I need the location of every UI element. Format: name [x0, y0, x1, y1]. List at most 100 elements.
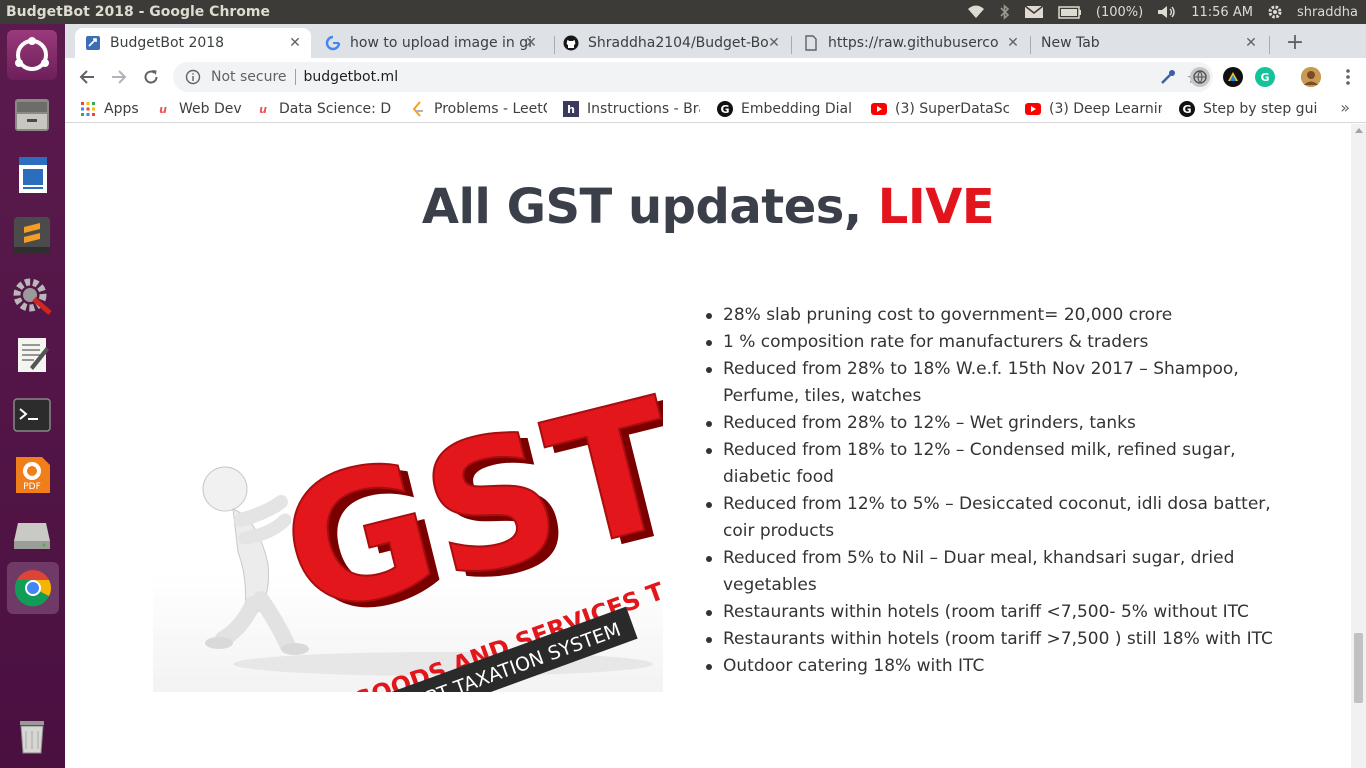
top-panel: BudgetBot 2018 - Google Chrome (100%) 11… [0, 0, 1366, 24]
triangle-extension-icon[interactable] [1223, 67, 1243, 87]
more-vertical-icon [1346, 69, 1350, 85]
tab-separator [1269, 36, 1270, 54]
reload-icon [144, 70, 158, 84]
tab-raw-github[interactable]: https://raw.githubuserco ✕ [793, 28, 1029, 58]
close-icon[interactable]: ✕ [523, 35, 539, 51]
grammarly-icon[interactable]: G [1255, 67, 1275, 87]
system-indicators: (100%) 11:56 AM shraddha [966, 0, 1358, 24]
bookmark-superdatascience[interactable]: (3) SuperDataSci [871, 100, 1009, 118]
text-editor-icon[interactable] [7, 330, 57, 380]
user-name[interactable]: shraddha [1297, 5, 1358, 20]
mail-icon[interactable] [1024, 5, 1044, 19]
list-item: Reduced from 18% to 12% – Condensed milk… [705, 437, 1285, 491]
volume-icon[interactable] [1157, 5, 1177, 19]
tab-strip: BudgetBot 2018 ✕ how to upload image in … [65, 24, 1366, 58]
bookmark-web-dev[interactable]: u Web Dev [155, 100, 250, 118]
bookmark-embedding-dial[interactable]: G Embedding Dial [717, 100, 854, 118]
bookmark-deep-learning[interactable]: (3) Deep Learnin [1025, 100, 1162, 118]
live-label: LIVE [877, 179, 995, 235]
writer-icon[interactable] [7, 150, 57, 200]
google-icon [325, 35, 341, 51]
globe-extension-icon[interactable] [1190, 67, 1210, 87]
scrollbar-thumb[interactable] [1354, 633, 1363, 703]
g-icon: G [717, 101, 733, 117]
files-icon[interactable] [7, 90, 57, 140]
bookmark-label: Step by step gui [1203, 101, 1317, 117]
url-text[interactable]: budgetbot.ml [304, 69, 399, 85]
list-item: Restaurants within hotels (room tariff <… [705, 599, 1285, 626]
trash-icon[interactable] [7, 710, 57, 760]
document-icon [803, 35, 819, 51]
tab-label: Shraddha2104/Budget-Bo [588, 35, 769, 51]
bookmark-apps[interactable]: Apps [80, 100, 150, 118]
new-tab-button[interactable]: + [1281, 30, 1309, 58]
page-viewport: All GST updates, LIVE GST GST GOODS AND … [65, 124, 1351, 768]
bookmarks-overflow-chevron-icon[interactable]: » [1340, 98, 1350, 117]
tab-github[interactable]: Shraddha2104/Budget-Bo ✕ [553, 28, 790, 58]
browser-toolbar: Not secure budgetbot.ml ☆ G [65, 58, 1366, 95]
g-icon: G [1179, 101, 1195, 117]
forward-arrow-icon [112, 70, 127, 84]
close-icon[interactable]: ✕ [1005, 35, 1021, 51]
bookmark-label: (3) SuperDataSci [895, 101, 1009, 117]
eyedropper-extension-icon[interactable] [1158, 67, 1178, 87]
wifi-icon[interactable] [966, 5, 986, 19]
foxit-pdf-icon[interactable]: PDF [7, 450, 57, 500]
bookmark-label: Apps [104, 101, 139, 117]
bookmark-label: Data Science: De [279, 101, 392, 117]
sublime-text-icon[interactable] [7, 210, 57, 260]
tab-new-tab[interactable]: New Tab ✕ [1031, 28, 1267, 58]
reload-button[interactable] [138, 64, 164, 90]
address-bar[interactable]: Not secure budgetbot.ml ☆ [173, 62, 1213, 92]
settings-gear-icon[interactable] [1267, 4, 1283, 20]
security-label[interactable]: Not secure [211, 69, 287, 85]
battery-icon[interactable] [1058, 5, 1082, 19]
tab-google-search[interactable]: how to upload image in gi ✕ [315, 28, 547, 58]
list-item: Reduced from 12% to 5% – Desiccated coco… [705, 491, 1285, 545]
list-item: Outdoor catering 18% with ITC [705, 653, 1285, 680]
close-icon[interactable]: ✕ [1243, 35, 1259, 51]
chrome-menu-button[interactable] [1335, 64, 1361, 90]
forward-button[interactable] [106, 64, 132, 90]
youtube-icon [871, 101, 887, 117]
tab-label: how to upload image in gi [350, 35, 533, 51]
list-item: Reduced from 28% to 12% – Wet grinders, … [705, 410, 1285, 437]
clock[interactable]: 11:56 AM [1191, 5, 1253, 20]
unity-launcher: PDF [0, 24, 65, 768]
system-settings-icon[interactable] [7, 270, 57, 320]
udemy-icon: u [259, 102, 267, 116]
bookmark-step-by-step[interactable]: G Step by step gui [1179, 100, 1317, 118]
tab-separator [791, 36, 792, 54]
bluetooth-icon[interactable] [1000, 4, 1010, 20]
disk-icon[interactable] [7, 510, 57, 560]
list-item: Reduced from 5% to Nil – Duar meal, khan… [705, 545, 1285, 599]
omnibox-divider [294, 69, 296, 85]
h-icon: h [563, 101, 579, 117]
back-button[interactable] [74, 64, 100, 90]
vertical-scrollbar[interactable] [1351, 124, 1366, 768]
youtube-icon [1025, 101, 1041, 117]
apps-grid-icon [80, 101, 96, 117]
gst-image: GST GST GOODS AND SERVICES TAX SMART TAX… [153, 294, 707, 731]
bookmark-label: Problems - LeetC [434, 101, 547, 117]
tab-label: https://raw.githubuserco [828, 35, 999, 51]
bookmark-label: Web Dev [179, 101, 242, 117]
window-title: BudgetBot 2018 - Google Chrome [6, 4, 271, 20]
bookmark-label: (3) Deep Learnin [1049, 101, 1162, 117]
tab-budgetbot[interactable]: BudgetBot 2018 ✕ [75, 28, 311, 58]
scroll-up-arrow-icon[interactable] [1355, 128, 1363, 133]
close-icon[interactable]: ✕ [766, 35, 782, 51]
info-icon[interactable] [185, 69, 201, 85]
udemy-icon: u [159, 102, 167, 116]
budgetbot-favicon-icon [85, 35, 101, 51]
bookmark-instructions[interactable]: h Instructions - Bra [563, 100, 700, 118]
avatar[interactable] [1301, 67, 1321, 87]
ubuntu-dash-icon[interactable] [7, 30, 57, 80]
terminal-icon[interactable] [7, 390, 57, 440]
close-icon[interactable]: ✕ [287, 35, 303, 51]
bookmark-data-science[interactable]: u Data Science: De [255, 100, 392, 118]
chrome-icon[interactable] [7, 562, 59, 614]
bookmark-leetcode[interactable]: Problems - LeetC [410, 100, 547, 118]
tab-label: New Tab [1041, 35, 1100, 51]
gst-updates-list: 28% slab pruning cost to government= 20,… [705, 302, 1285, 680]
